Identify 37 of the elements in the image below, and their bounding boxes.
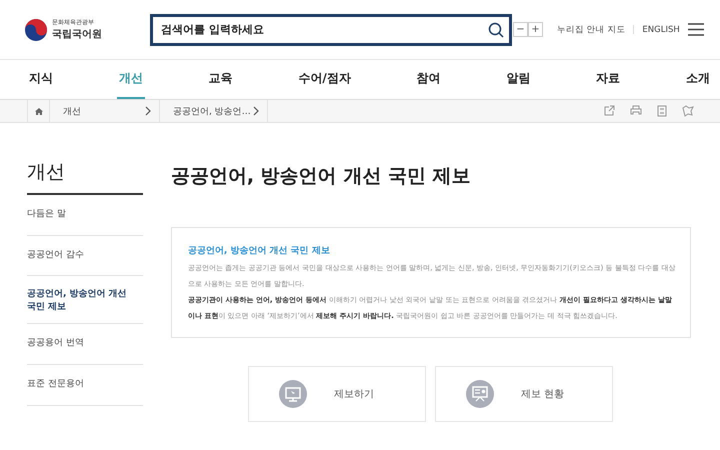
report-button[interactable]: 제보 현황: [434, 366, 613, 422]
print-icon[interactable]: [630, 105, 642, 117]
zoom-in-button[interactable]: +: [528, 22, 543, 37]
nav-tab[interactable]: 참여: [414, 60, 443, 99]
institute-name[interactable]: 국립국어원: [52, 27, 102, 41]
zoom-out-button[interactable]: −: [513, 22, 528, 37]
nav-tab[interactable]: 소개: [684, 60, 712, 99]
home-icon[interactable]: [34, 108, 42, 114]
sidebar-item[interactable]: 다듬은 말: [27, 195, 143, 236]
menu-icon[interactable]: [688, 23, 704, 36]
scrap-icon[interactable]: [682, 105, 694, 117]
sidebar-item[interactable]: 공공용어 번역: [27, 324, 143, 365]
page-title: 공공언어, 방송언어 개선 국민 제보: [170, 164, 472, 189]
nav-tab[interactable]: 알림: [504, 60, 532, 99]
nav-tab[interactable]: 수어/점자: [296, 60, 353, 99]
qr-code-icon[interactable]: [656, 105, 668, 117]
chevron-icon: [145, 106, 151, 116]
breadcrumb-item[interactable]: 공공언어, 방송언…: [160, 100, 268, 122]
sitemap-link[interactable]: 누리집 안내 지도: [557, 24, 626, 36]
search-field[interactable]: 검색어를 입력하세요: [150, 14, 512, 46]
monitor-icon: [278, 380, 307, 408]
sidebar-item[interactable]: 공공언어, 방송언어 개선 국민 제보: [27, 276, 143, 324]
breadcrumb-item[interactable]: 개선: [50, 100, 160, 122]
sidebar-item[interactable]: 표준 전문용어: [27, 364, 143, 406]
sidebar-item[interactable]: 공공언어 감수: [27, 236, 143, 276]
emblem-icon: [25, 18, 47, 40]
search-icon[interactable]: [488, 22, 504, 38]
nav-tab[interactable]: 자료: [594, 60, 622, 99]
presentation-board-icon: [466, 380, 494, 408]
intro-heading: 공공언어, 방송언어 개선 국민 제보: [188, 245, 331, 257]
report-button[interactable]: 제보하기: [248, 366, 426, 422]
share-icon[interactable]: [604, 105, 616, 117]
chevron-icon: [253, 106, 259, 116]
nav-tab[interactable]: 교육: [206, 60, 235, 99]
nav-tab[interactable]: 지식: [27, 60, 55, 99]
sidebar-title: 개선: [27, 159, 143, 195]
language-link[interactable]: ENGLISH: [642, 24, 680, 34]
